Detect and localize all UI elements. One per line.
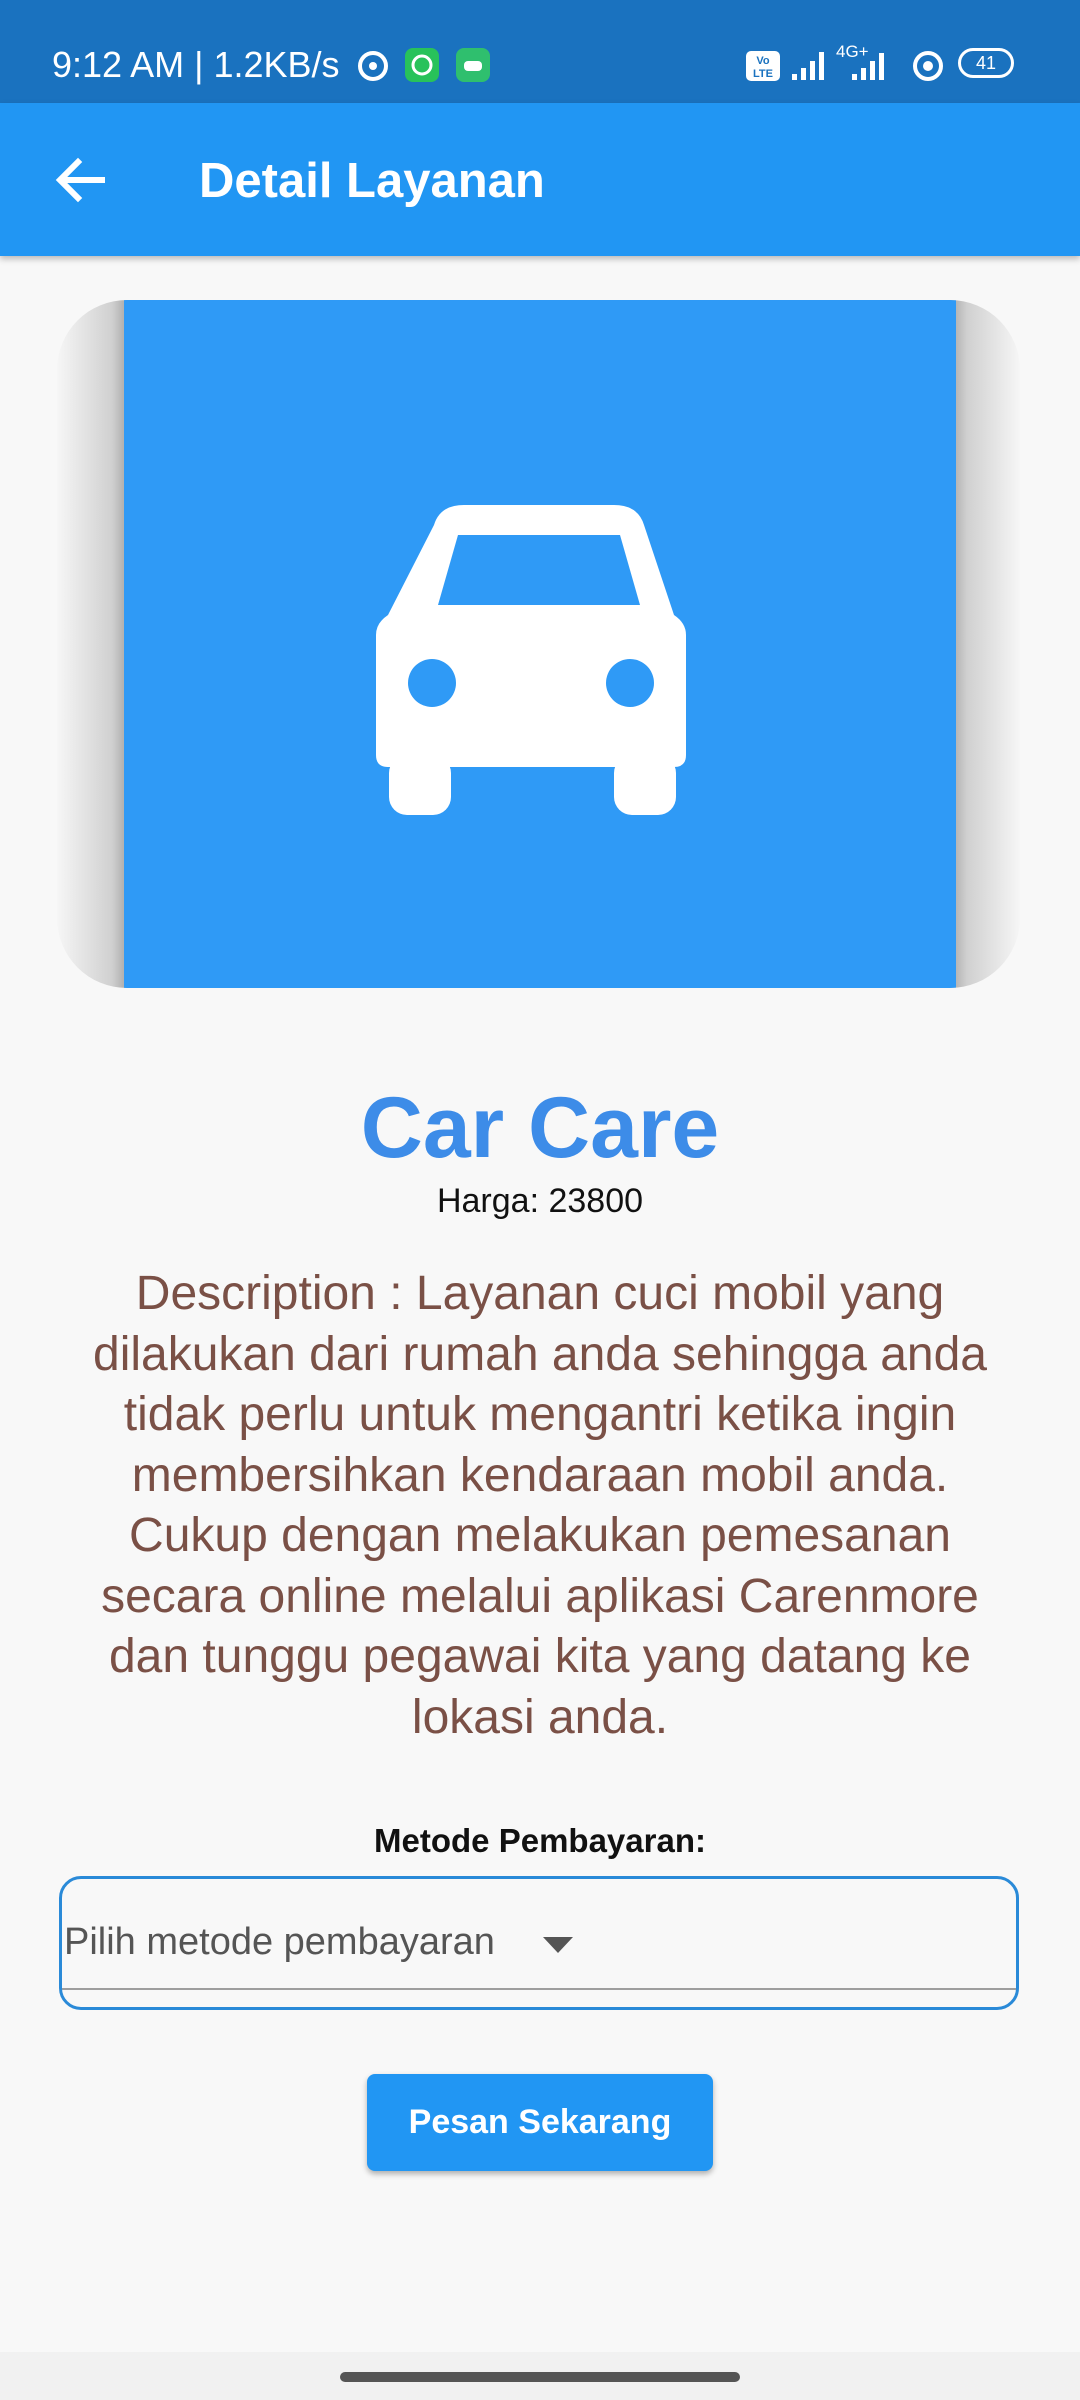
caret-down-icon [543,1937,573,1953]
order-now-button[interactable]: Pesan Sekarang [367,2074,713,2171]
home-indicator[interactable] [340,2372,740,2382]
svg-text:Vo: Vo [756,55,770,67]
app-bar: Detail Layanan [0,103,1080,256]
service-price: Harga: 23800 [436,1182,644,1220]
service-image [124,300,956,988]
sync-icon [358,51,388,81]
battery-level: 41 [975,53,997,73]
car-icon [376,505,686,815]
dropdown-underline [62,1988,1016,1990]
payment-method-placeholder: Pilih metode pembayaran [64,1921,495,1963]
status-time: 9:12 AM | 1.2KB/s [52,44,340,85]
service-title: Car Care [360,1080,720,1176]
page-title: Detail Layanan [199,154,545,208]
status-bar: 9:12 AM | 1.2KB/s Vo LTE 4G+ 41 [0,0,1080,103]
volte-icon: Vo LTE [746,51,780,81]
signal-icon [792,52,824,80]
service-image-frame [57,300,1020,988]
battery-icon: 41 [958,48,1014,78]
whatsapp-icon [405,48,439,82]
payment-method-label: Metode Pembayaran: [374,1822,706,1859]
service-description: Description : Layanan cuci mobil yang di… [93,1267,987,1744]
signal-4g-icon [852,53,884,80]
data-saver-icon [913,51,943,81]
payment-method-dropdown[interactable]: Pilih metode pembayaran [59,1876,1019,2010]
arrow-left-icon[interactable] [48,148,112,212]
svg-text:LTE: LTE [753,68,773,80]
android-app-icon [456,48,490,82]
